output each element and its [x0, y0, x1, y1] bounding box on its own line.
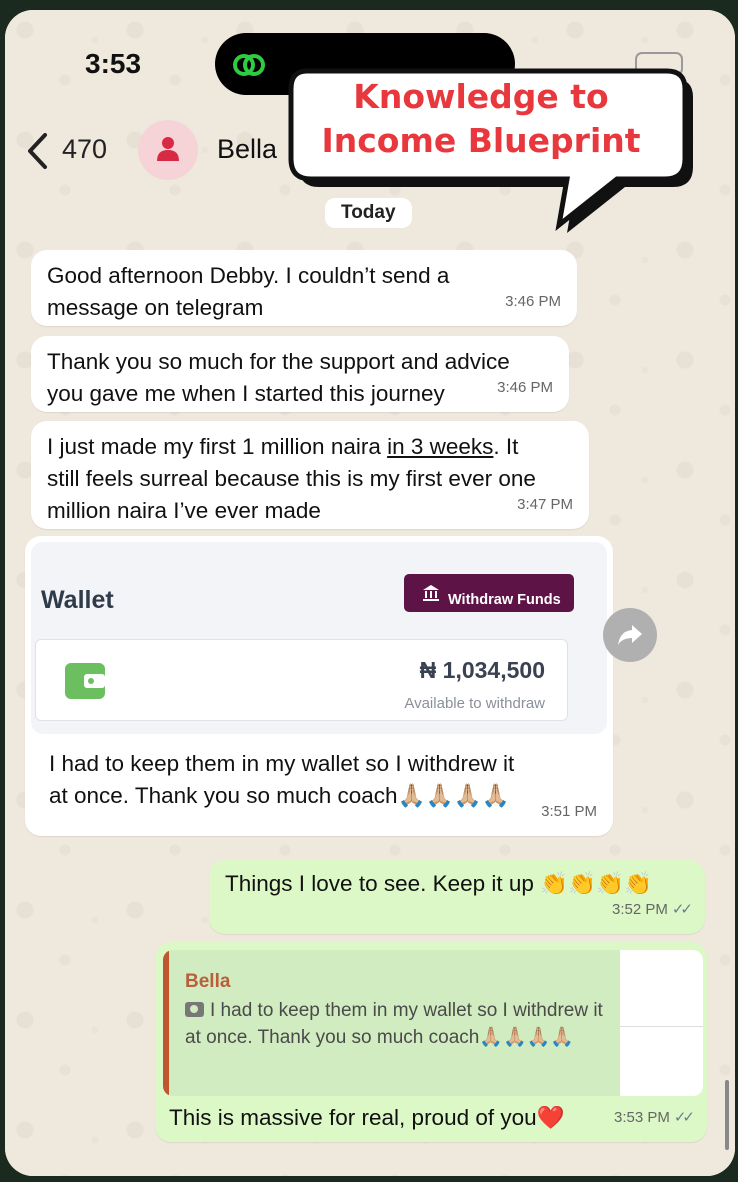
wallet-title: Wallet	[41, 586, 114, 614]
withdraw-funds-button: Withdraw Funds	[404, 574, 574, 612]
message-line: Thank you so much for the support and ad…	[47, 349, 510, 374]
quoted-sender: Bella	[185, 971, 231, 992]
forward-button[interactable]	[603, 608, 657, 662]
message-text: Good afternoon Debby. I couldn’t send a …	[47, 260, 449, 324]
message-link[interactable]: in 3 weeks	[387, 434, 493, 459]
wallet-amount: ₦ 1,034,500	[419, 657, 545, 683]
wallet-screenshot[interactable]: Wallet Withdraw Funds ₦ 1,034,500 Availa…	[31, 542, 607, 734]
double-check-icon: ✓✓	[673, 1109, 695, 1126]
incoming-message[interactable]: I just made my first 1 million naira in …	[31, 421, 589, 529]
message-line: Good afternoon Debby. I couldn’t send a	[47, 263, 450, 288]
back-chevron-icon[interactable]	[25, 132, 51, 170]
message-time-text: 3:52 PM	[611, 901, 668, 918]
message-line: at once. Thank you so much coach🙏🏼🙏🏼🙏🏼🙏🏼	[49, 783, 510, 808]
quoted-text-content: I had to keep them in my wallet so I wit…	[185, 1000, 603, 1048]
message-line: message on telegram	[47, 295, 264, 320]
quoted-text: I had to keep them in my wallet so I wit…	[185, 997, 615, 1051]
date-chip: Today	[325, 198, 412, 228]
message-line: I just made my first 1 million naira in …	[47, 431, 536, 463]
message-text: I just made my first 1 million naira in …	[47, 431, 536, 527]
message-time: 3:53 PM ✓✓	[613, 1102, 695, 1134]
contact-name[interactable]: Bella	[217, 134, 277, 165]
bank-icon	[423, 585, 439, 601]
message-time: 3:46 PM	[505, 293, 561, 310]
forward-icon	[618, 625, 642, 645]
message-text: This is massive for real, proud of you❤️	[169, 1105, 565, 1130]
message-text: Things I love to see. Keep it up 👏👏👏👏	[225, 871, 653, 896]
quoted-message[interactable]: Bella I had to keep them in my wallet so…	[163, 950, 703, 1096]
message-time: 3:47 PM	[517, 496, 573, 513]
camera-icon	[185, 1002, 204, 1017]
chat-screen: 3:53 470 Bella Knowledge to Income Bluep…	[5, 10, 735, 1176]
message-time-text: 3:53 PM	[613, 1109, 670, 1126]
message-line: you gave me when I started this journey	[47, 381, 445, 406]
incoming-message[interactable]: Thank you so much for the support and ad…	[31, 336, 569, 412]
back-count[interactable]: 470	[62, 134, 107, 165]
message-text: Thank you so much for the support and ad…	[47, 346, 510, 410]
person-icon	[157, 137, 179, 161]
double-check-icon: ✓✓	[671, 901, 693, 918]
available-label: Available to withdraw	[404, 695, 545, 712]
outgoing-message[interactable]: Things I love to see. Keep it up 👏👏👏👏 3:…	[209, 860, 705, 934]
thumbnail-divider	[620, 1026, 703, 1027]
status-time: 3:53	[85, 48, 142, 79]
outgoing-reply-message[interactable]: Bella I had to keep them in my wallet so…	[155, 942, 707, 1142]
banner-line-2: Income Blueprint	[321, 121, 641, 160]
link-icon	[233, 54, 265, 76]
message-line: still feels surreal because this is my f…	[47, 466, 536, 491]
quoted-image-thumbnail	[620, 950, 703, 1096]
message-text: I had to keep them in my wallet so I wit…	[49, 748, 514, 812]
message-segment: . It	[493, 434, 519, 459]
message-time: 3:51 PM	[541, 803, 597, 820]
image-message[interactable]: Wallet Withdraw Funds ₦ 1,034,500 Availa…	[25, 536, 613, 836]
message-line: million naira I’ve ever made	[47, 498, 321, 523]
message-time: 3:46 PM	[497, 379, 553, 396]
banner-line-1: Knowledge to	[353, 77, 609, 116]
incoming-message[interactable]: Good afternoon Debby. I couldn’t send a …	[31, 250, 577, 326]
withdraw-funds-label: Withdraw Funds	[448, 592, 561, 608]
message-time: 3:52 PM ✓✓	[611, 894, 693, 926]
banner-title: Knowledge to Income Blueprint	[297, 75, 665, 163]
quote-accent-bar	[163, 950, 169, 1096]
balance-box: ₦ 1,034,500 Available to withdraw	[35, 639, 568, 721]
message-line: I had to keep them in my wallet so I wit…	[49, 751, 515, 776]
wallet-icon	[65, 663, 105, 699]
message-segment: I just made my first 1 million naira	[47, 434, 388, 459]
scrollbar[interactable]	[725, 1080, 729, 1150]
avatar[interactable]	[138, 120, 198, 180]
